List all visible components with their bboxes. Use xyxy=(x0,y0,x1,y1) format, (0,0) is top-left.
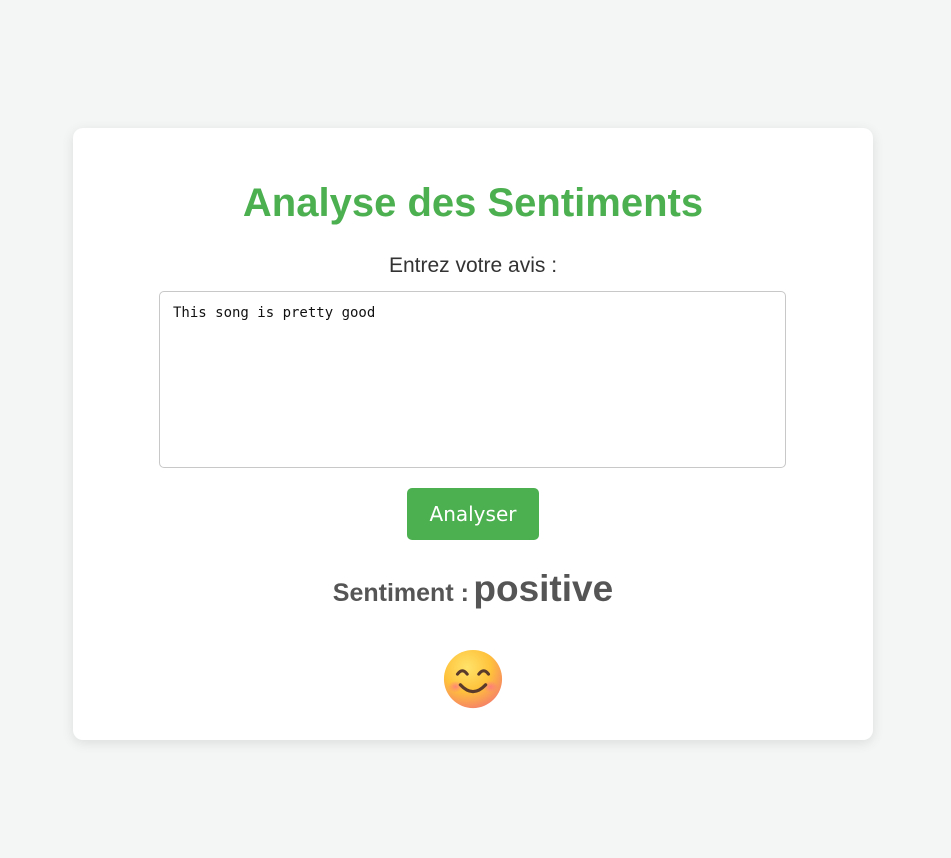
sentiment-result: Sentiment : positive xyxy=(73,564,873,622)
analyze-button[interactable]: Analyser xyxy=(407,488,539,540)
smiling-face-icon xyxy=(443,649,503,709)
review-textarea[interactable]: This song is pretty good xyxy=(159,291,786,468)
page-title: Analyse des Sentiments xyxy=(242,181,704,225)
review-input-label: Entrez votre avis : xyxy=(388,254,558,277)
sentiment-result-value: positive xyxy=(473,568,614,609)
sentiment-result-label: Sentiment : xyxy=(332,579,469,607)
sentiment-card: Analyse des Sentiments Entrez votre avis… xyxy=(73,128,873,740)
